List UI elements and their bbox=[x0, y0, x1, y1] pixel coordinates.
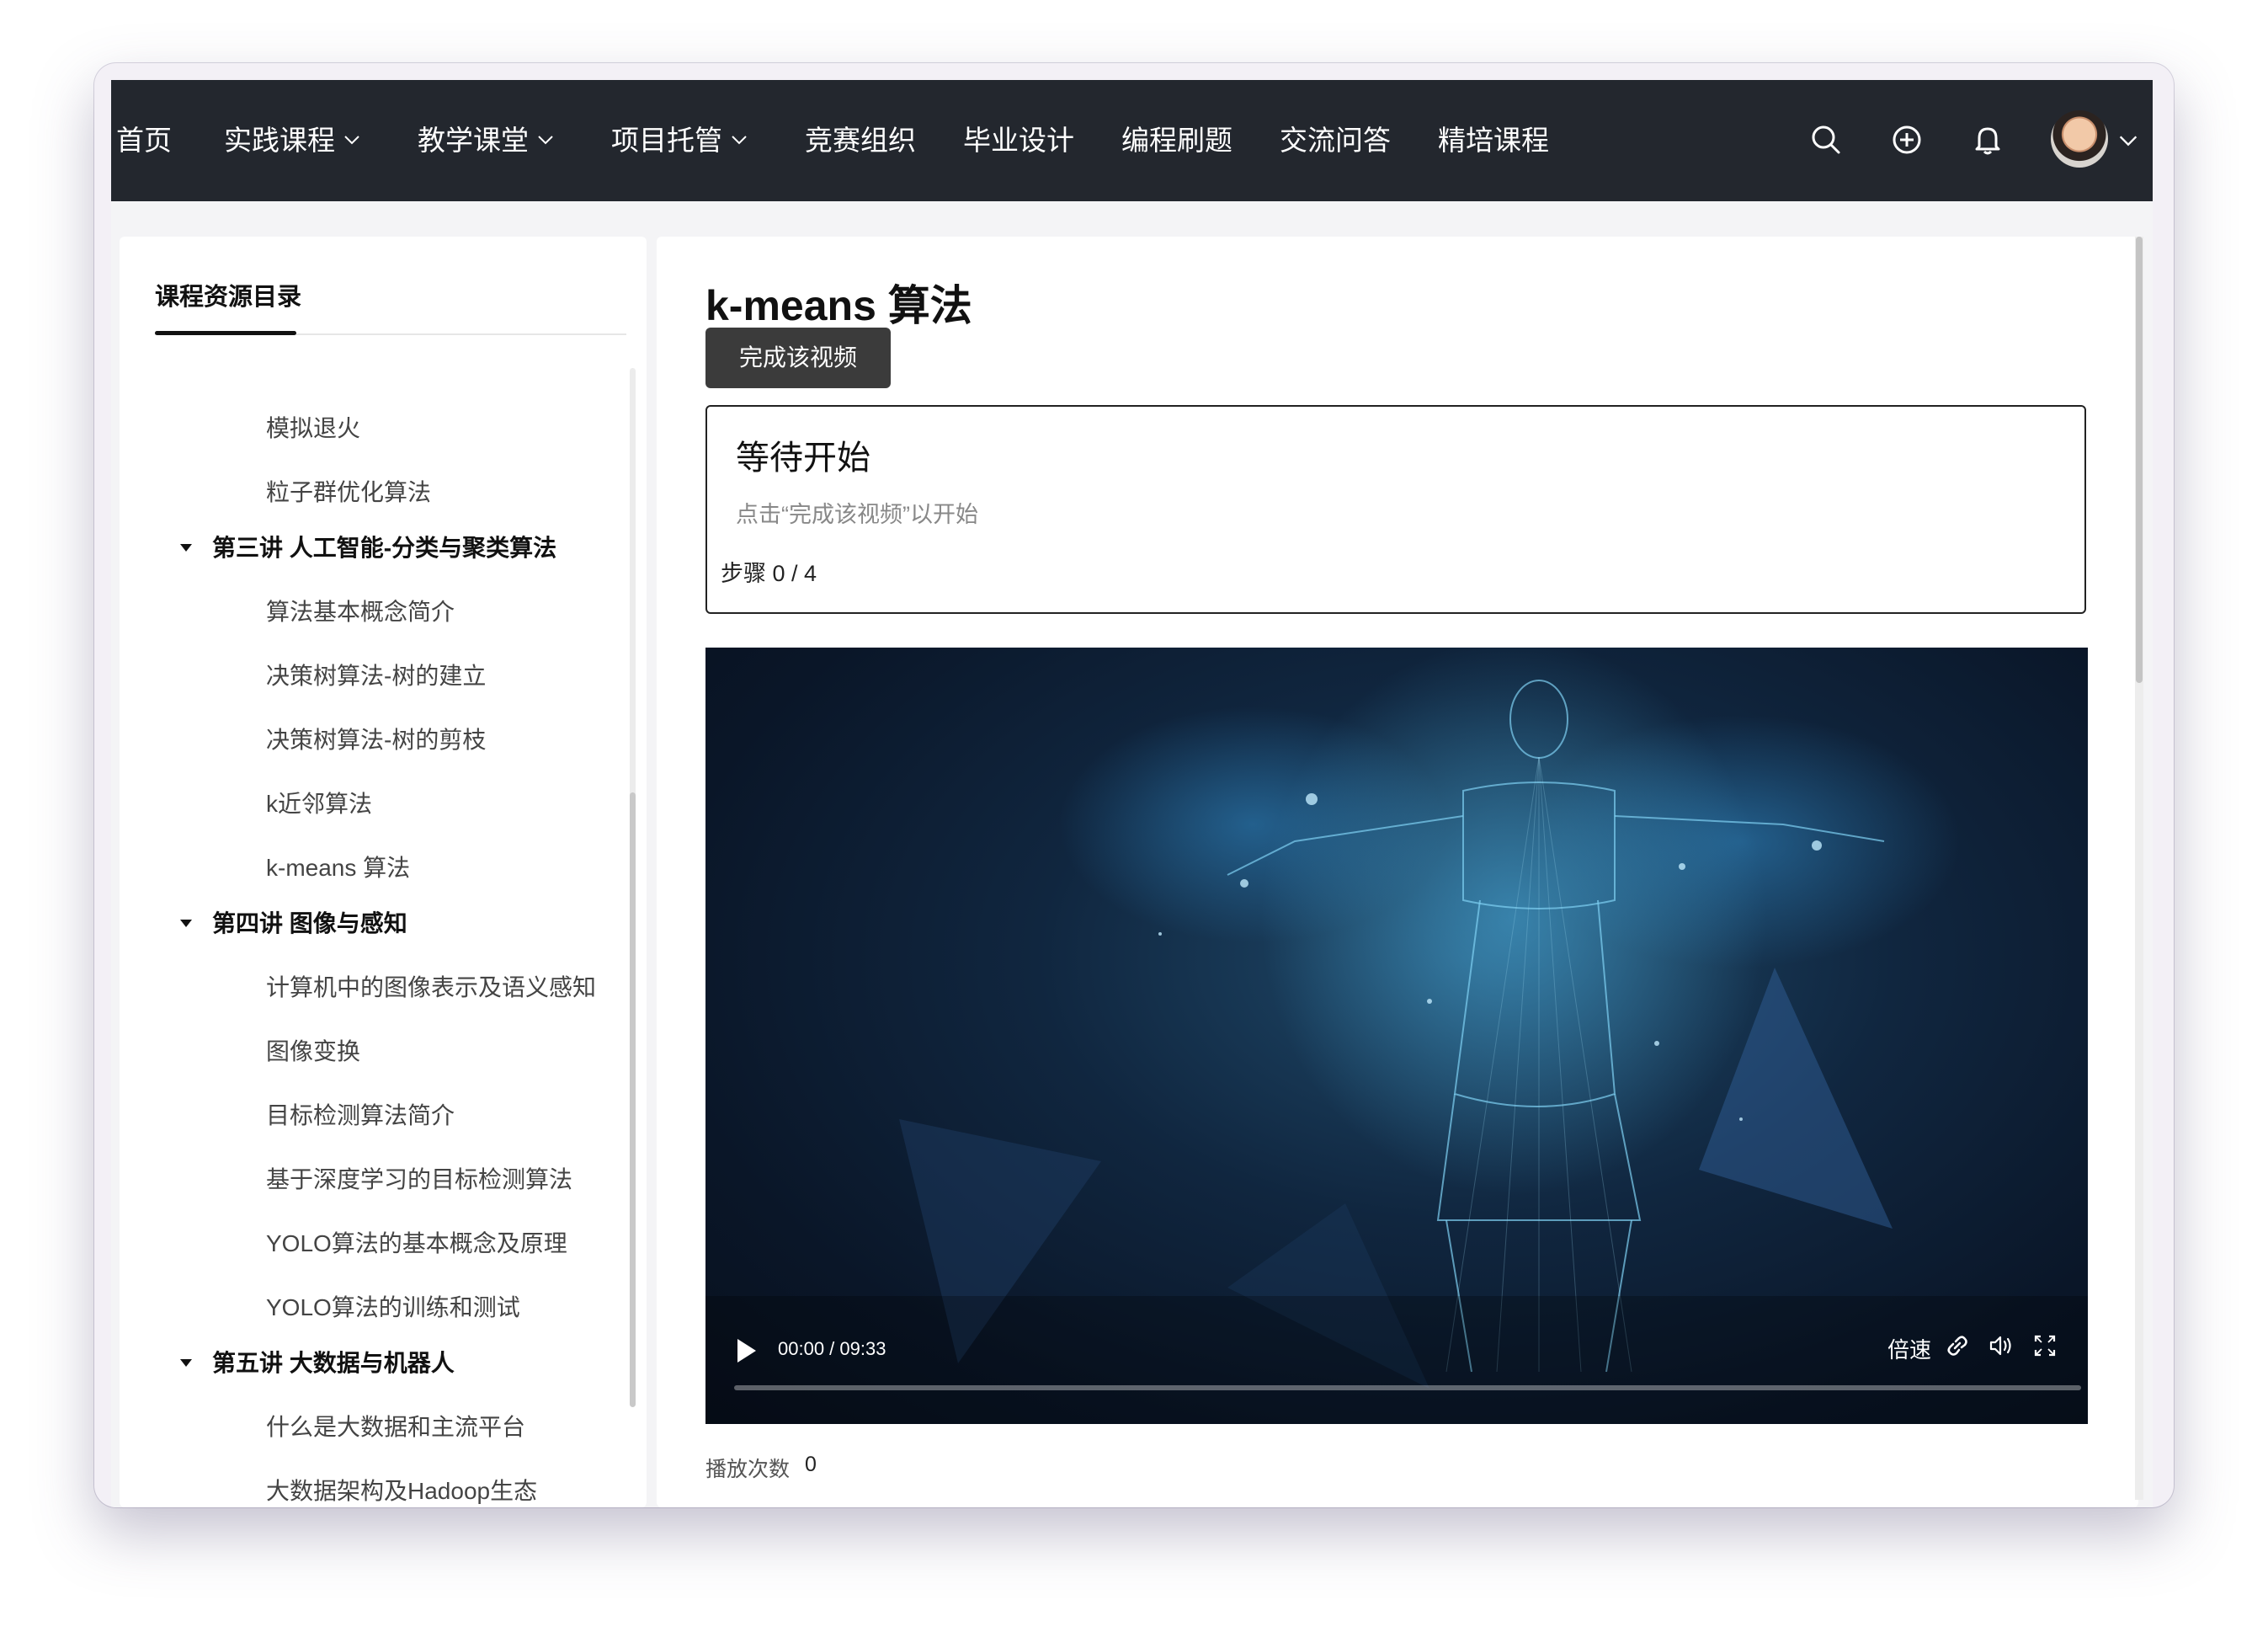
avatar[interactable] bbox=[2051, 110, 2108, 168]
nav-competition[interactable]: 竞赛组织 bbox=[805, 80, 916, 201]
video-time: 00:00 / 09:33 bbox=[778, 1338, 886, 1359]
browser-window: 首页 实践课程 教学课堂 项目托管 竞赛组织 毕业设计 编程刷题 交流问答 精培… bbox=[94, 63, 2174, 1507]
chevron-down-icon bbox=[344, 136, 359, 145]
status-title: 等待开始 bbox=[736, 440, 870, 477]
toc-lesson[interactable]: 决策树算法-树的剪枝 bbox=[266, 722, 486, 755]
nav-coding-practice[interactable]: 编程刷题 bbox=[1121, 80, 1232, 201]
toc-lesson[interactable]: 基于深度学习的目标检测算法 bbox=[266, 1161, 572, 1195]
search-icon[interactable] bbox=[1805, 119, 1847, 161]
status-steps: 步骤 0 / 4 bbox=[721, 561, 817, 586]
main-scrollbar-thumb[interactable] bbox=[2136, 237, 2143, 683]
active-tab-indicator bbox=[155, 331, 296, 335]
toc-lesson-active[interactable]: k-means 算法 bbox=[266, 850, 410, 883]
volume-icon[interactable] bbox=[1987, 1331, 2015, 1360]
caret-down-icon bbox=[180, 1359, 192, 1368]
fullscreen-icon[interactable] bbox=[2031, 1331, 2059, 1360]
add-circle-icon[interactable] bbox=[1886, 119, 1928, 161]
toc-lesson[interactable]: k近邻算法 bbox=[266, 786, 372, 819]
page-title: k-means 算法 bbox=[705, 282, 972, 329]
toc-section-label: 第三讲 人工智能-分类与聚类算法 bbox=[212, 535, 557, 561]
status-panel: 等待开始 点击“完成该视频”以开始 步骤 0 / 4 bbox=[705, 405, 2086, 614]
toc-section[interactable]: 第四讲 图像与感知 bbox=[180, 905, 407, 939]
toc-lesson[interactable]: 大数据架构及Hadoop生态 bbox=[266, 1473, 537, 1507]
toc-lesson[interactable]: 图像变换 bbox=[266, 1033, 360, 1067]
toc-lesson[interactable]: 模拟退火 bbox=[266, 410, 360, 444]
chevron-down-icon[interactable] bbox=[2116, 129, 2140, 152]
toc-section-label: 第五讲 大数据与机器人 bbox=[212, 1350, 455, 1376]
video-progress-bar[interactable] bbox=[734, 1385, 2081, 1390]
nav-teaching-classroom[interactable]: 教学课堂 bbox=[418, 80, 556, 201]
toc-section[interactable]: 第三讲 人工智能-分类与聚类算法 bbox=[180, 530, 556, 563]
play-count-value: 0 bbox=[805, 1453, 817, 1476]
sidebar-scrollbar-thumb[interactable] bbox=[630, 792, 636, 1407]
chevron-down-icon bbox=[732, 136, 747, 145]
nav-practice-courses[interactable]: 实践课程 bbox=[224, 80, 362, 201]
app: 首页 实践课程 教学课堂 项目托管 竞赛组织 毕业设计 编程刷题 交流问答 精培… bbox=[111, 80, 2153, 1507]
nav-project-hosting[interactable]: 项目托管 bbox=[611, 80, 749, 201]
toc-lesson[interactable]: YOLO算法的基本概念及原理 bbox=[266, 1225, 567, 1259]
nav-qa[interactable]: 交流问答 bbox=[1280, 80, 1391, 201]
link-icon[interactable] bbox=[1943, 1331, 1972, 1360]
toc-lesson[interactable]: 目标检测算法简介 bbox=[266, 1097, 455, 1131]
chevron-down-icon bbox=[538, 136, 553, 145]
toc-lesson[interactable]: 什么是大数据和主流平台 bbox=[266, 1409, 525, 1443]
main-content: k-means 算法 完成该视频 等待开始 点击“完成该视频”以开始 步骤 0 … bbox=[657, 237, 2138, 1507]
video-frame bbox=[705, 648, 2088, 1424]
toc-section-label: 第四讲 图像与感知 bbox=[212, 910, 407, 936]
toc-lesson[interactable]: 算法基本概念简介 bbox=[266, 594, 455, 627]
complete-video-button[interactable]: 完成该视频 bbox=[705, 328, 891, 388]
nav-graduation-design[interactable]: 毕业设计 bbox=[963, 80, 1074, 201]
caret-down-icon bbox=[180, 544, 192, 552]
bell-icon[interactable] bbox=[1967, 119, 2009, 161]
play-icon[interactable] bbox=[734, 1336, 759, 1365]
status-hint: 点击“完成该视频”以开始 bbox=[736, 502, 978, 527]
playback-speed-button[interactable]: 倍速 bbox=[1887, 1333, 1931, 1364]
nav-home[interactable]: 首页 bbox=[116, 80, 172, 201]
toc-lesson[interactable]: 粒子群优化算法 bbox=[266, 474, 431, 508]
top-navbar: 首页 实践课程 教学课堂 项目托管 竞赛组织 毕业设计 编程刷题 交流问答 精培… bbox=[111, 80, 2153, 201]
toc-section[interactable]: 第五讲 大数据与机器人 bbox=[180, 1345, 455, 1379]
play-count-label: 播放次数 bbox=[705, 1458, 791, 1481]
toc-lesson[interactable]: 计算机中的图像表示及语义感知 bbox=[266, 969, 596, 1003]
nav-premium-courses[interactable]: 精培课程 bbox=[1438, 80, 1549, 201]
caret-down-icon bbox=[180, 920, 192, 928]
video-player[interactable]: 00:00 / 09:33 倍速 bbox=[705, 648, 2088, 1424]
toc-lesson[interactable]: YOLO算法的训练和测试 bbox=[266, 1289, 520, 1323]
sidebar-title: 课程资源目录 bbox=[155, 284, 302, 311]
toc-lesson[interactable]: 决策树算法-树的建立 bbox=[266, 658, 486, 691]
course-directory-sidebar: 课程资源目录 模拟退火 粒子群优化算法 第三讲 人工智能-分类与聚类算法 算法基… bbox=[120, 237, 647, 1507]
